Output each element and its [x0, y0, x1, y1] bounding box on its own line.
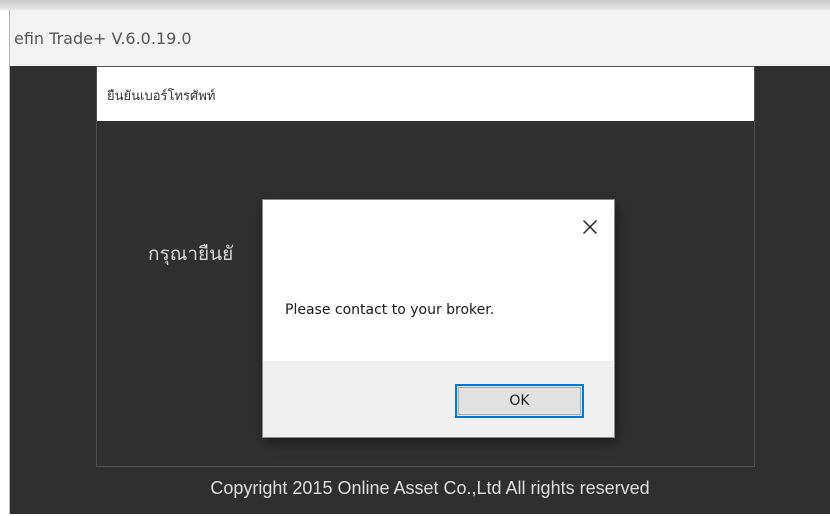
main-window-title: efin Trade+ V.6.0.19.0 — [14, 29, 192, 48]
main-window-titlebar[interactable]: efin Trade+ V.6.0.19.0 — [10, 10, 830, 66]
phone-confirm-dialog-titlebar[interactable]: ยืนยันเบอร์โทรศัพท์ — [97, 67, 754, 121]
message-box: Please contact to your broker. OK — [263, 200, 614, 437]
close-button[interactable] — [577, 214, 603, 240]
phone-confirm-dialog-title: ยืนยันเบอร์โทรศัพท์ — [107, 89, 216, 104]
message-box-button-area: OK — [263, 361, 614, 437]
top-edge-strip — [0, 0, 830, 10]
phone-confirm-prompt: กรุณายืนยั — [148, 243, 234, 265]
ok-button[interactable]: OK — [455, 384, 584, 418]
close-icon — [583, 220, 597, 234]
copyright-footer: Copyright 2015 Online Asset Co.,Ltd All … — [210, 478, 650, 498]
message-text: Please contact to your broker. — [285, 302, 495, 318]
